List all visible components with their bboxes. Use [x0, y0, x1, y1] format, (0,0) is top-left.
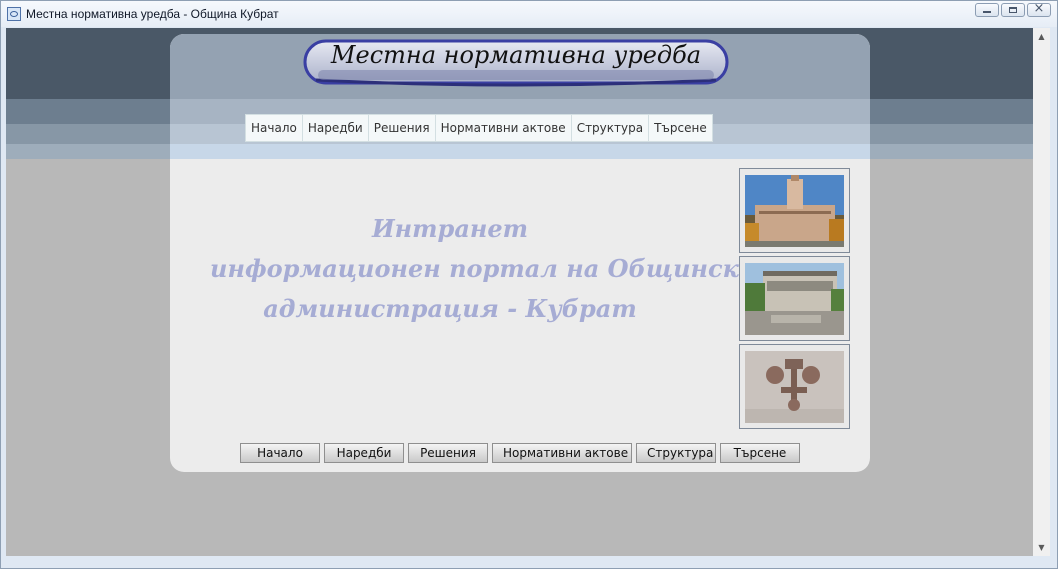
- content-panel: Местна нормативна уредба Начало Наредби …: [170, 34, 870, 472]
- top-nav-decisions[interactable]: Решения: [367, 114, 436, 142]
- monument-image: [745, 351, 844, 423]
- window-bottom-border: [1, 556, 1057, 568]
- top-navigation: Начало Наредби Решения Нормативни актове…: [245, 114, 713, 142]
- bottom-nav-structure[interactable]: Структура: [636, 443, 716, 463]
- building-image: [745, 263, 844, 335]
- maximize-button[interactable]: [1001, 3, 1025, 17]
- bottom-nav-normative-acts[interactable]: Нормативни актове: [492, 443, 632, 463]
- ie-icon: [7, 7, 21, 21]
- bottom-nav-ordinances[interactable]: Наредби: [324, 443, 404, 463]
- bottom-nav-decisions[interactable]: Решения: [408, 443, 488, 463]
- intro-line-3: администрация - Кубрат: [263, 294, 637, 323]
- bottom-navigation: Начало Наредби Решения Нормативни актове…: [240, 443, 800, 463]
- top-nav-normative-acts[interactable]: Нормативни актове: [434, 114, 572, 142]
- close-button[interactable]: [1027, 1, 1051, 17]
- scroll-down-icon[interactable]: ▼: [1033, 539, 1050, 556]
- top-nav-search[interactable]: Търсене: [648, 114, 713, 142]
- bottom-nav-home[interactable]: Начало: [240, 443, 320, 463]
- intro-line-2: информационен портал на Общинска: [210, 254, 755, 283]
- page-viewport: Местна нормативна уредба Начало Наредби …: [6, 28, 1033, 556]
- bottom-nav-search[interactable]: Търсене: [720, 443, 800, 463]
- title-bar: Местна нормативна уредба - Община Кубрат: [1, 1, 1057, 27]
- window-title: Местна нормативна уредба - Община Кубрат: [26, 7, 279, 21]
- window-controls: [975, 1, 1051, 17]
- minimize-button[interactable]: [975, 3, 999, 17]
- building-photo[interactable]: [739, 256, 850, 341]
- intro-heading: Интранет информационен портал на Общинск…: [210, 209, 755, 329]
- town-hall-photo[interactable]: [739, 168, 850, 253]
- panel-header-band: [170, 144, 870, 159]
- top-nav-ordinances[interactable]: Наредби: [301, 114, 369, 142]
- vertical-scrollbar[interactable]: ▲ ▼: [1033, 28, 1050, 556]
- town-hall-image: [745, 175, 844, 247]
- banner-title: Местна нормативна уредба: [330, 41, 702, 69]
- site-banner: Местна нормативна уредба: [302, 38, 730, 87]
- intro-line-1: Интранет: [371, 214, 529, 243]
- top-nav-structure[interactable]: Структура: [570, 114, 650, 142]
- browser-window: Местна нормативна уредба - Община Кубрат: [0, 0, 1058, 569]
- scroll-up-icon[interactable]: ▲: [1033, 28, 1050, 45]
- photo-column: [739, 168, 850, 432]
- top-nav-home[interactable]: Начало: [245, 114, 303, 142]
- monument-relief-photo[interactable]: [739, 344, 850, 429]
